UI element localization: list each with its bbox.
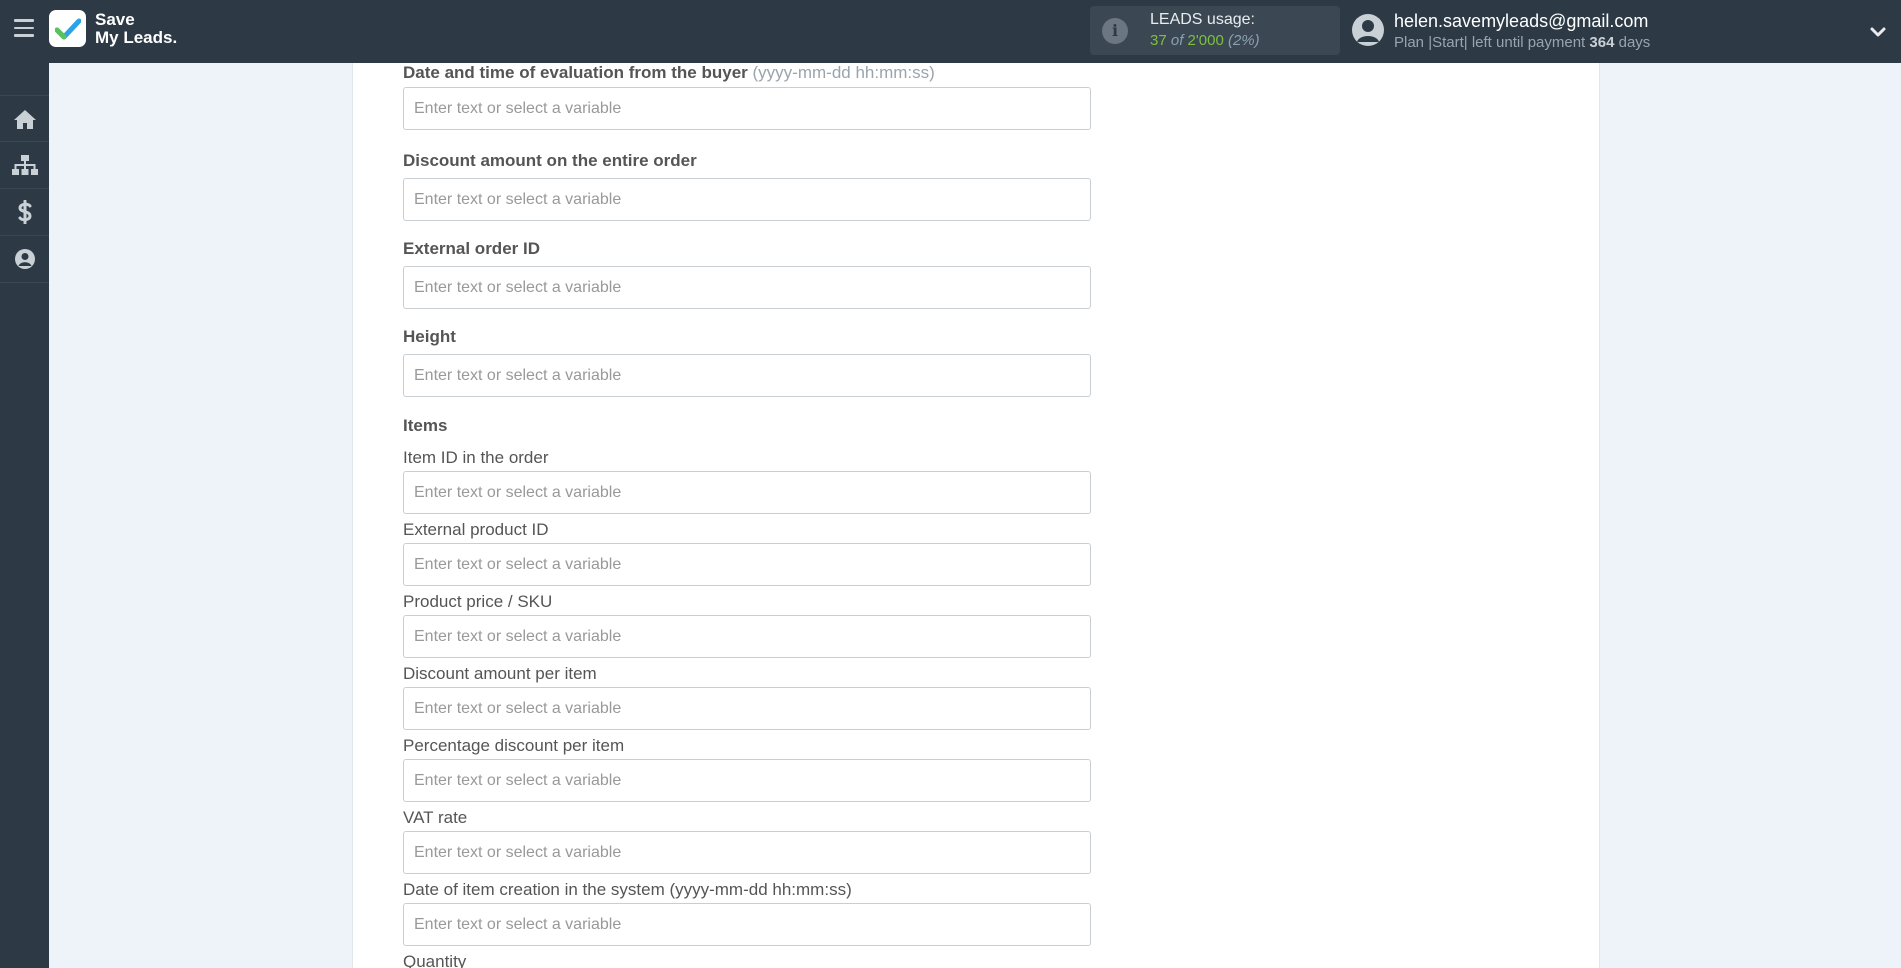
field-discount-item: Discount amount per item	[403, 664, 1091, 730]
items-section-title: Items	[403, 416, 448, 435]
dollar-icon	[17, 200, 32, 224]
info-icon: i	[1102, 18, 1128, 44]
leads-total: 2'000	[1187, 32, 1224, 49]
days-label: days	[1618, 34, 1651, 51]
plan-text: Plan |Start| left until payment	[1394, 34, 1586, 51]
leads-of: of	[1170, 32, 1184, 49]
percent-discount-input[interactable]	[403, 759, 1091, 802]
discount-order-label: Discount amount on the entire order	[403, 151, 697, 170]
user-plan: Plan |Start| left until payment 364 days	[1394, 34, 1650, 51]
discount-order-input[interactable]	[403, 178, 1091, 221]
leads-usage-widget[interactable]: i LEADS usage: 37 of 2'000 (2%)	[1090, 6, 1340, 55]
field-vat-rate: VAT rate	[403, 808, 1091, 874]
leads-usage-value: 37 of 2'000 (2%)	[1150, 32, 1260, 49]
sidebar-item-billing[interactable]	[0, 189, 49, 236]
item-creation-date-input[interactable]	[403, 903, 1091, 946]
eval-date-label: Date and time of evaluation from the buy…	[403, 63, 748, 82]
item-creation-date-label: Date of item creation in the system (yyy…	[403, 880, 852, 899]
discount-item-label: Discount amount per item	[403, 664, 597, 683]
chevron-down-icon[interactable]	[1868, 22, 1888, 42]
logo-line-1: Save	[95, 9, 135, 29]
field-quantity: Quantity	[403, 952, 1091, 968]
external-order-id-input[interactable]	[403, 266, 1091, 309]
product-price-label: Product price / SKU	[403, 592, 553, 611]
sitemap-icon	[11, 155, 38, 175]
sidebar-item-account[interactable]	[0, 236, 49, 283]
field-discount-order: Discount amount on the entire order	[403, 151, 1091, 221]
height-label: Height	[403, 327, 456, 346]
item-id-input[interactable]	[403, 471, 1091, 514]
external-order-id-label: External order ID	[403, 239, 540, 258]
top-bar: Save My Leads. i LEADS usage: 37 of 2'00…	[0, 0, 1901, 63]
logo-line-2: My Leads.	[95, 27, 178, 47]
field-percent-discount: Percentage discount per item	[403, 736, 1091, 802]
field-product-price: Product price / SKU	[403, 592, 1091, 658]
vat-rate-input[interactable]	[403, 831, 1091, 874]
discount-item-input[interactable]	[403, 687, 1091, 730]
menu-icon[interactable]	[14, 19, 34, 39]
form-panel: Date and time of evaluation from the buy…	[352, 63, 1600, 968]
field-label: Date and time of evaluation from the buy…	[403, 63, 1091, 83]
external-product-id-input[interactable]	[403, 543, 1091, 586]
field-eval-date: Date and time of evaluation from the buy…	[403, 63, 1091, 130]
days-left: 364	[1589, 34, 1615, 51]
sidebar	[0, 63, 49, 968]
logo-text: Save My Leads.	[95, 9, 178, 47]
logo-check-icon	[49, 10, 86, 47]
vat-rate-label: VAT rate	[403, 808, 468, 827]
product-price-input[interactable]	[403, 615, 1091, 658]
leads-used: 37	[1150, 32, 1167, 49]
field-item-id: Item ID in the order	[403, 448, 1091, 514]
sidebar-item-home[interactable]	[0, 95, 49, 142]
eval-date-input[interactable]	[403, 87, 1091, 130]
field-height: Height	[403, 327, 1091, 397]
leads-usage-title: LEADS usage:	[1150, 11, 1255, 28]
sidebar-item-connections[interactable]	[0, 142, 49, 189]
leads-percent: (2%)	[1227, 32, 1260, 49]
field-external-product-id: External product ID	[403, 520, 1091, 586]
height-input[interactable]	[403, 354, 1091, 397]
field-item-creation-date: Date of item creation in the system (yyy…	[403, 880, 1091, 946]
user-email: helen.savemyleads@gmail.com	[1394, 11, 1649, 31]
home-icon	[13, 109, 36, 129]
field-external-order-id: External order ID	[403, 239, 1091, 309]
avatar-icon	[1352, 14, 1384, 46]
eval-date-hint: (yyyy-mm-dd hh:mm:ss)	[752, 63, 935, 82]
percent-discount-label: Percentage discount per item	[403, 736, 625, 755]
item-id-label: Item ID in the order	[403, 448, 549, 467]
quantity-label: Quantity	[403, 952, 467, 968]
user-circle-icon	[14, 249, 35, 269]
logo[interactable]: Save My Leads.	[49, 10, 177, 47]
external-product-id-label: External product ID	[403, 520, 549, 539]
